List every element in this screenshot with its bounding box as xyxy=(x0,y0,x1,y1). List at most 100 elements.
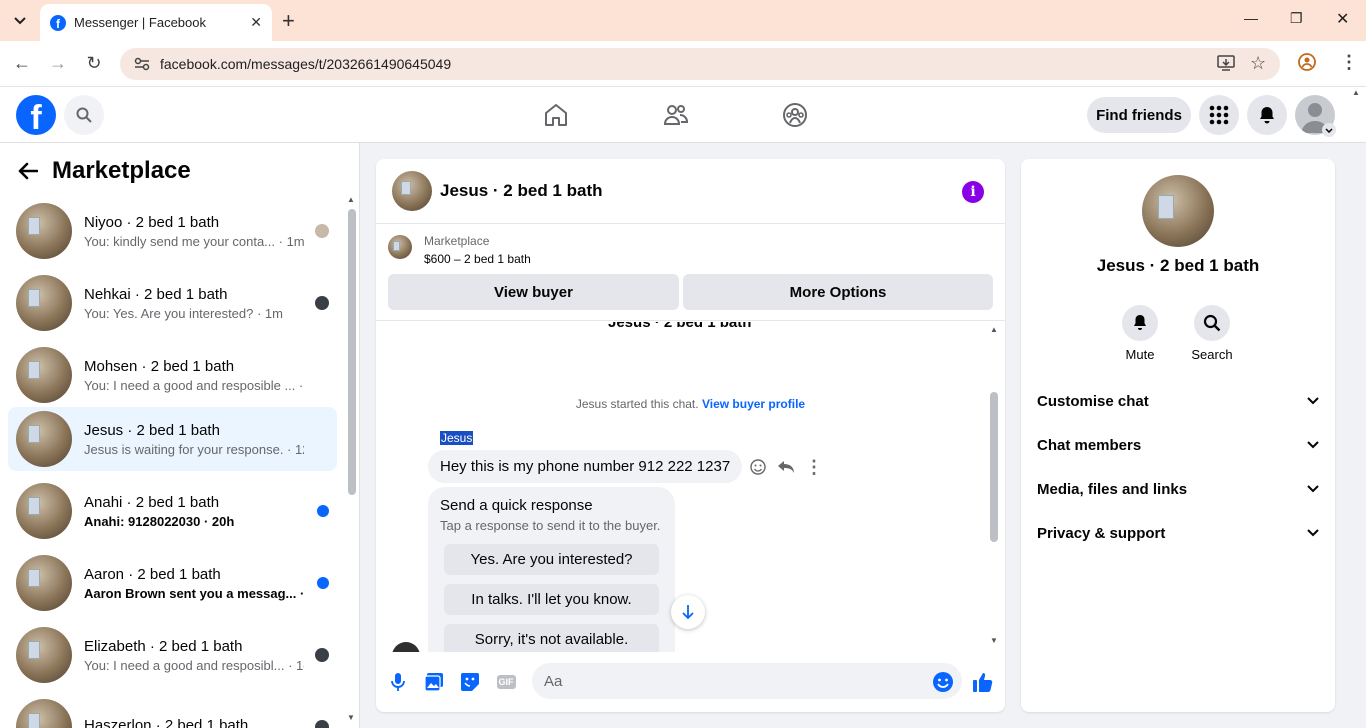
media-files-links-section[interactable]: Media, files and links xyxy=(1037,475,1319,503)
like-thumbs-up-icon[interactable] xyxy=(972,671,994,693)
sender-avatar xyxy=(392,642,420,652)
scroll-to-bottom-icon[interactable] xyxy=(671,595,705,629)
details-name: Jesus · 2 bed 1 bath xyxy=(1096,256,1260,275)
info-icon[interactable]: i xyxy=(962,181,984,203)
chat-avatar[interactable] xyxy=(392,171,432,211)
site-settings-icon[interactable] xyxy=(134,57,150,71)
thread-scrollbar[interactable] xyxy=(990,392,998,542)
install-app-icon[interactable] xyxy=(1217,55,1235,76)
view-buyer-button[interactable]: View buyer xyxy=(388,274,679,310)
read-receipt-avatar xyxy=(315,224,329,238)
bell-icon xyxy=(1122,305,1158,341)
more-options-button[interactable]: More Options xyxy=(683,274,993,310)
conversation-preview: Anahi: 9128022030 · 20h xyxy=(84,513,235,529)
read-receipt-avatar xyxy=(315,720,329,728)
started-text: Jesus started this chat. xyxy=(575,397,699,411)
search-in-conversation-button[interactable]: Search xyxy=(1182,305,1242,362)
profile-icon[interactable] xyxy=(1298,53,1316,76)
details-avatar[interactable] xyxy=(1142,175,1214,247)
message-input[interactable]: Aa xyxy=(532,663,962,699)
listing-thumbnail xyxy=(16,627,72,683)
page-scroll-up-icon[interactable]: ▲ xyxy=(1352,88,1360,97)
emoji-icon[interactable] xyxy=(932,671,954,693)
conversation-item[interactable]: Aaron · 2 bed 1 bath Aaron Brown sent you… xyxy=(8,551,337,615)
section-label: Media, files and links xyxy=(1037,480,1188,498)
customise-chat-section[interactable]: Customise chat xyxy=(1037,387,1319,415)
facebook-logo-icon[interactable]: f xyxy=(16,95,56,135)
conversation-item[interactable]: Nehkai · 2 bed 1 bath You: Yes. Are you i… xyxy=(8,271,337,335)
conversation-preview: You: kindly send me your conta... · 1m xyxy=(84,233,304,249)
back-arrow-icon[interactable] xyxy=(18,162,38,180)
browser-tab[interactable]: f Messenger | Facebook ✕ xyxy=(40,4,272,41)
browser-menu-icon[interactable]: ⋮ xyxy=(1340,52,1358,73)
section-label: Customise chat xyxy=(1037,392,1149,410)
conversation-item[interactable]: Mohsen · 2 bed 1 bath You: I need a good … xyxy=(8,343,337,407)
account-chevron-icon[interactable] xyxy=(1322,123,1336,137)
back-icon[interactable]: ← xyxy=(11,52,33,74)
reply-icon[interactable] xyxy=(774,455,798,479)
listing-thumbnail xyxy=(388,235,412,259)
mute-button[interactable]: Mute xyxy=(1110,305,1170,362)
chevron-down-icon xyxy=(1307,441,1319,449)
url-text: facebook.com/messages/t/2032661490645049 xyxy=(160,56,452,72)
find-friends-button[interactable]: Find friends xyxy=(1087,97,1191,133)
conversation-item[interactable]: Niyoo · 2 bed 1 bath You: kindly send me … xyxy=(8,199,337,263)
notifications-bell-icon[interactable] xyxy=(1247,95,1287,135)
home-icon[interactable] xyxy=(542,101,570,129)
tab-close-icon[interactable]: ✕ xyxy=(250,14,262,31)
search-icon[interactable] xyxy=(64,95,104,135)
photo-icon[interactable] xyxy=(423,671,445,693)
conversation-item[interactable]: Elizabeth · 2 bed 1 bath You: I need a go… xyxy=(8,623,337,687)
chat-panel: Jesus · 2 bed 1 bath i Marketplace $600 … xyxy=(376,159,1005,712)
unread-dot xyxy=(317,577,329,589)
listing-thumbnail xyxy=(16,203,72,259)
message-bubble[interactable]: Hey this is my phone number 912 222 1237 xyxy=(428,450,743,483)
conversation-preview: You: Yes. Are you interested? · 1m xyxy=(84,305,283,321)
thread-scroll-down-icon[interactable]: ▼ xyxy=(990,636,998,645)
sidebar-scroll-up-icon[interactable]: ▲ xyxy=(347,195,355,204)
friends-icon[interactable] xyxy=(662,101,690,129)
menu-grid-icon[interactable] xyxy=(1199,95,1239,135)
quick-response-title: Send a quick response xyxy=(440,497,593,514)
conversation-name: Aaron · 2 bed 1 bath xyxy=(84,565,221,583)
browser-toolbar: ← → ↻ facebook.com/messages/t/2032661490… xyxy=(0,41,1366,87)
tab-search-chevron-icon[interactable] xyxy=(8,9,32,33)
reload-icon[interactable]: ↻ xyxy=(83,52,105,74)
chat-members-section[interactable]: Chat members xyxy=(1037,431,1319,459)
quick-reply-button[interactable]: Yes. Are you interested? xyxy=(444,544,659,575)
minimize-icon[interactable]: — xyxy=(1244,10,1258,26)
chat-details-panel: Jesus · 2 bed 1 bath Mute Search Customi… xyxy=(1021,159,1335,712)
conversation-preview: Aaron Brown sent you a messag... · 1d xyxy=(84,585,304,601)
view-buyer-profile-link[interactable]: View buyer profile xyxy=(702,397,805,411)
groups-icon[interactable] xyxy=(781,101,809,129)
chat-title[interactable]: Jesus · 2 bed 1 bath xyxy=(440,181,603,201)
sidebar-scrollbar[interactable] xyxy=(348,209,356,495)
conversation-item[interactable]: Anahi · 2 bed 1 bath Anahi: 9128022030 · … xyxy=(8,479,337,543)
listing-price: $600 – 2 bed 1 bath xyxy=(424,252,531,266)
restore-icon[interactable]: ❐ xyxy=(1290,10,1303,27)
bookmark-star-icon[interactable]: ☆ xyxy=(1250,53,1266,74)
conversation-item-active[interactable]: Jesus · 2 bed 1 bath Jesus is waiting for… xyxy=(8,407,337,471)
forward-icon[interactable]: → xyxy=(47,52,69,74)
quick-reply-button[interactable]: Sorry, it's not available. xyxy=(444,624,659,652)
gif-icon[interactable]: GIF xyxy=(495,671,517,693)
sticker-icon[interactable] xyxy=(459,671,481,693)
conversation-preview: You: I need a good and resposible ... · … xyxy=(84,377,304,393)
chevron-down-icon xyxy=(1307,397,1319,405)
listing-thumbnail xyxy=(16,275,72,331)
react-emoji-icon[interactable] xyxy=(746,455,770,479)
privacy-support-section[interactable]: Privacy & support xyxy=(1037,519,1319,547)
address-bar[interactable]: facebook.com/messages/t/2032661490645049 xyxy=(120,48,1280,80)
more-actions-icon[interactable]: ⋮ xyxy=(802,455,826,479)
window-close-icon[interactable]: ✕ xyxy=(1336,9,1349,29)
quick-reply-button[interactable]: In talks. I'll let you know. xyxy=(444,584,659,615)
sidebar-scroll-down-icon[interactable]: ▼ xyxy=(347,713,355,722)
marketplace-listing-bar: Marketplace $600 – 2 bed 1 bath View buy… xyxy=(376,225,1005,321)
listing-thumbnail xyxy=(16,699,72,728)
new-tab-icon[interactable]: + xyxy=(282,8,295,34)
quick-response-subtitle: Tap a response to send it to the buyer. xyxy=(440,518,661,533)
microphone-icon[interactable] xyxy=(387,671,409,693)
conversation-item[interactable]: Haszerlon · 2 bed 1 bath xyxy=(8,695,337,728)
thread-scroll-up-icon[interactable]: ▲ xyxy=(990,325,998,334)
search-label: Search xyxy=(1191,347,1233,362)
